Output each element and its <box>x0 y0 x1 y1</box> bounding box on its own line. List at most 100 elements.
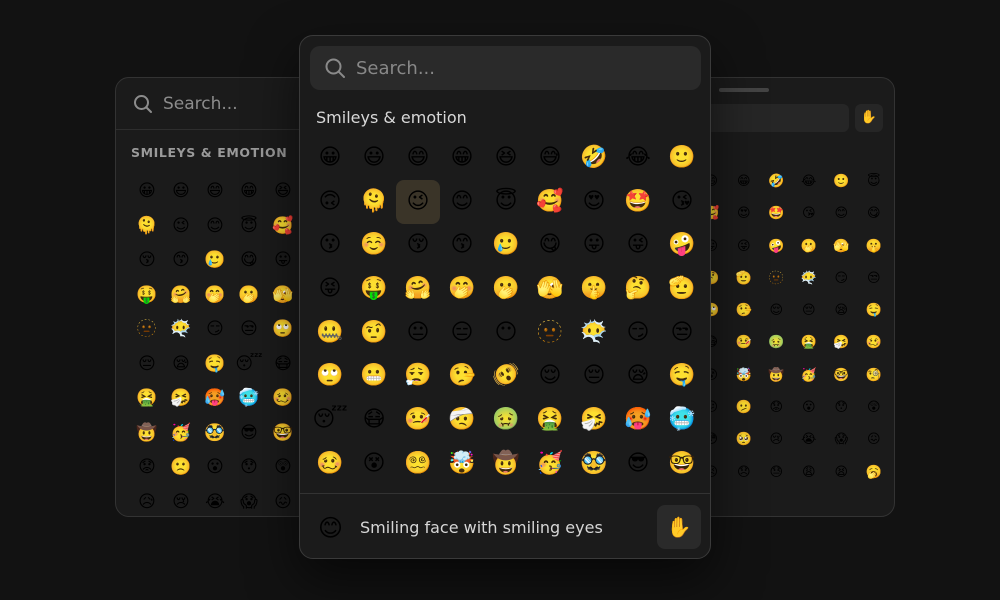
drag-handle[interactable] <box>719 88 769 92</box>
emoji-cell[interactable]: 🙄 <box>266 312 300 347</box>
emoji-cell[interactable]: 🤠 <box>760 360 793 392</box>
emoji-cell[interactable]: 🤓 <box>266 416 300 451</box>
emoji-cell[interactable]: 🫣 <box>266 278 300 313</box>
emoji-cell[interactable]: 🫢 <box>793 231 826 263</box>
emoji-cell[interactable]: 😙 <box>164 243 198 278</box>
emoji-cell[interactable]: 🤫 <box>858 231 891 263</box>
emoji-cell[interactable]: 😖 <box>858 424 891 456</box>
emoji-cell[interactable]: 🥲 <box>198 243 232 278</box>
emoji-cell[interactable]: 🫠 <box>130 209 164 244</box>
emoji-cell[interactable]: 🥶 <box>232 381 266 416</box>
emoji-cell[interactable]: 🤧 <box>572 398 616 442</box>
search-input[interactable]: Search... <box>310 46 701 90</box>
emoji-cell[interactable]: 🥱 <box>858 457 891 489</box>
emoji-cell[interactable]: 😉 <box>396 179 440 224</box>
emoji-cell[interactable]: 🫤 <box>728 392 761 424</box>
emoji-cell[interactable]: 😋 <box>858 198 891 230</box>
emoji-cell[interactable]: 🫢 <box>232 278 266 313</box>
emoji-cell[interactable]: 😙 <box>440 223 484 267</box>
emoji-cell[interactable]: 🤠 <box>130 416 164 451</box>
emoji-cell[interactable]: 🙂 <box>825 166 858 198</box>
emoji-cell[interactable]: 🙄 <box>308 354 352 398</box>
emoji-cell[interactable]: 😪 <box>164 347 198 382</box>
emoji-cell[interactable]: 😵 <box>352 442 396 486</box>
emoji-cell[interactable]: 🫥 <box>760 263 793 295</box>
emoji-cell[interactable]: 😛 <box>572 223 616 267</box>
emoji-cell[interactable]: 😜 <box>616 223 660 267</box>
emoji-cell[interactable]: 🤑 <box>352 267 396 311</box>
emoji-cell[interactable]: 😐 <box>396 311 440 355</box>
emoji-cell[interactable]: 😅 <box>528 136 572 180</box>
emoji-cell[interactable]: 😃 <box>352 136 396 180</box>
emoji-cell[interactable]: 😌 <box>528 354 572 398</box>
emoji-cell[interactable]: 😗 <box>308 223 352 267</box>
emoji-cell[interactable]: 🤗 <box>164 278 198 313</box>
emoji-cell[interactable]: 🫢 <box>484 267 528 311</box>
emoji-cell[interactable]: 🤒 <box>728 327 761 359</box>
emoji-cell[interactable]: 🤢 <box>760 327 793 359</box>
emoji-cell[interactable]: 😖 <box>266 485 300 517</box>
emoji-cell[interactable]: 😭 <box>198 485 232 517</box>
emoji-cell[interactable]: 🫥 <box>528 311 572 355</box>
emoji-cell[interactable]: 🤫 <box>572 267 616 311</box>
emoji-cell[interactable]: 🤠 <box>484 442 528 486</box>
emoji-cell[interactable]: 😫 <box>825 457 858 489</box>
emoji-cell[interactable]: 😯 <box>825 392 858 424</box>
emoji-cell[interactable]: 😍 <box>728 198 761 230</box>
emoji-cell[interactable]: 😒 <box>858 263 891 295</box>
emoji-cell[interactable]: 😔 <box>572 354 616 398</box>
emoji-cell[interactable]: 😀 <box>308 136 352 180</box>
emoji-cell[interactable]: 🤓 <box>825 360 858 392</box>
emoji-cell[interactable]: 🤗 <box>396 267 440 311</box>
emoji-cell[interactable]: 😆 <box>266 174 300 209</box>
emoji-cell[interactable]: 😄 <box>198 174 232 209</box>
emoji-cell[interactable]: 🤐 <box>308 311 352 355</box>
emoji-cell[interactable]: 😚 <box>396 223 440 267</box>
emoji-cell[interactable]: 🤯 <box>728 360 761 392</box>
emoji-cell[interactable]: 🤣 <box>572 136 616 180</box>
emoji-cell[interactable]: 😋 <box>528 223 572 267</box>
emoji-cell[interactable]: 😌 <box>760 295 793 327</box>
emoji-cell[interactable]: 🫣 <box>825 231 858 263</box>
emoji-cell[interactable]: 😶‍🌫️ <box>572 311 616 355</box>
emoji-cell[interactable]: 😃 <box>164 174 198 209</box>
emoji-cell[interactable]: 😥 <box>130 485 164 517</box>
emoji-cell[interactable]: 🫣 <box>528 267 572 311</box>
emoji-cell[interactable]: 😎 <box>616 442 660 486</box>
emoji-cell[interactable]: 🫥 <box>130 312 164 347</box>
emoji-cell[interactable]: 🤤 <box>858 295 891 327</box>
emoji-cell[interactable]: 🤤 <box>198 347 232 382</box>
emoji-cell[interactable]: 😶 <box>484 311 528 355</box>
emoji-cell[interactable]: 🤤 <box>660 354 704 398</box>
emoji-cell[interactable]: 🤮 <box>130 381 164 416</box>
emoji-cell[interactable]: 🥲 <box>484 223 528 267</box>
emoji-cell[interactable]: 😪 <box>616 354 660 398</box>
emoji-cell[interactable]: 🫠 <box>352 180 396 224</box>
emoji-cell[interactable]: 😴 <box>308 398 352 442</box>
emoji-cell[interactable]: 🥳 <box>793 360 826 392</box>
emoji-cell[interactable]: 🥶 <box>660 398 704 442</box>
emoji-cell[interactable]: 😮 <box>198 450 232 485</box>
emoji-cell[interactable]: 🥴 <box>858 327 891 359</box>
emoji-cell[interactable]: 🥸 <box>572 442 616 486</box>
emoji-cell[interactable]: 🤮 <box>528 398 572 442</box>
emoji-cell[interactable]: 😊 <box>440 180 484 224</box>
emoji-cell[interactable]: 😒 <box>660 311 704 355</box>
emoji-cell[interactable]: 😁 <box>232 174 266 209</box>
emoji-cell[interactable]: 😵‍💫 <box>396 442 440 486</box>
emoji-cell[interactable]: 😮 <box>793 392 826 424</box>
emoji-cell[interactable]: 😬 <box>352 354 396 398</box>
emoji-cell[interactable]: 🥵 <box>616 398 660 442</box>
emoji-cell[interactable]: 🥰 <box>266 209 300 244</box>
emoji-cell[interactable]: 😊 <box>198 209 232 244</box>
emoji-cell[interactable]: 😍 <box>572 180 616 224</box>
emoji-cell[interactable]: 🥵 <box>198 381 232 416</box>
emoji-cell[interactable]: 😋 <box>232 243 266 278</box>
skin-tone-button[interactable]: ✋ <box>855 104 883 132</box>
emoji-cell[interactable]: 🤨 <box>352 311 396 355</box>
emoji-cell[interactable]: 🤮 <box>793 327 826 359</box>
emoji-cell[interactable]: 🤭 <box>440 267 484 311</box>
emoji-cell[interactable]: ☺️ <box>352 223 396 267</box>
emoji-cell[interactable]: 🙃 <box>308 180 352 224</box>
emoji-cell[interactable]: 😇 <box>484 180 528 224</box>
